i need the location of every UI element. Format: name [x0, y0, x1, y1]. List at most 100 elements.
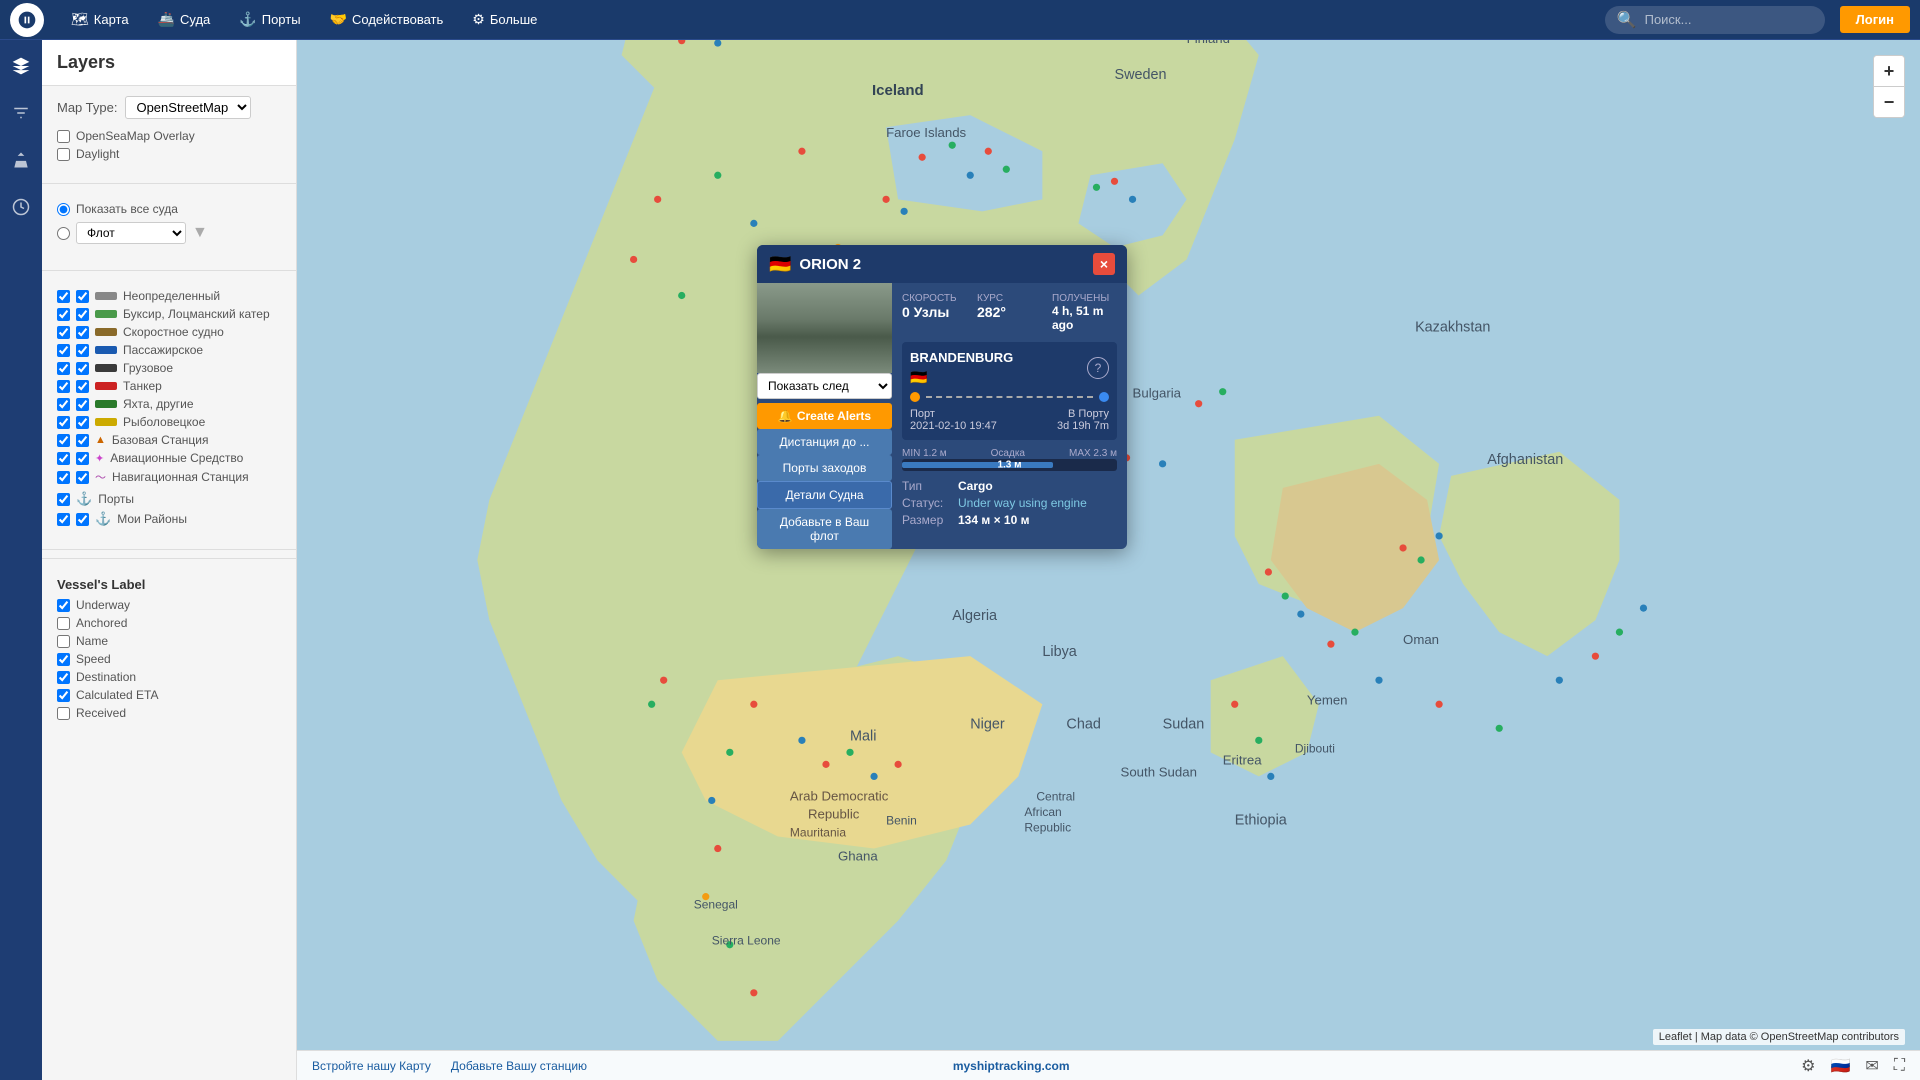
track-select[interactable]: Показать след 12 часов 24 часа 48 часов [757, 373, 892, 399]
label-anchored: Anchored [76, 616, 127, 630]
navstation-icon: 〜 [95, 469, 106, 485]
highspeed-cb1[interactable] [57, 326, 70, 339]
russia-flag[interactable]: 🇷🇺 [1830, 1056, 1850, 1076]
footer-add-station[interactable]: Добавьте Вашу станцию [451, 1059, 587, 1073]
navstation-cb2[interactable] [76, 471, 89, 484]
nav-assist[interactable]: 🤝 Содействовать [318, 6, 456, 33]
tanker-cb1[interactable] [57, 380, 70, 393]
nav-map[interactable]: 🗺 Карта [59, 6, 141, 33]
cargo-cb1[interactable] [57, 362, 70, 375]
passenger-cb1[interactable] [57, 344, 70, 357]
label-destination-cb[interactable] [57, 671, 70, 684]
zoom-in-button[interactable]: + [1874, 56, 1904, 86]
search-icon: 🔍 [1617, 10, 1637, 30]
vessels-icon: 🚢 [158, 11, 175, 28]
svg-text:Oman: Oman [1403, 632, 1439, 647]
label-received-cb[interactable] [57, 707, 70, 720]
base-label: Базовая Станция [112, 433, 209, 447]
nav-items: 🗺 Карта 🚢 Суда ⚓ Порты 🤝 Содействовать ⚙… [59, 6, 549, 33]
draft-label: Осадка [991, 448, 1025, 459]
label-calc-eta: Calculated ETA [76, 688, 158, 702]
highspeed-cb2[interactable] [76, 326, 89, 339]
svg-text:Bulgaria: Bulgaria [1133, 386, 1182, 401]
footer-embed-map[interactable]: Встройте нашу Карту [312, 1059, 431, 1073]
vessel-type-navstation: 〜 Навигационная Станция [57, 469, 281, 485]
aviation-cb1[interactable] [57, 452, 70, 465]
map-area[interactable]: Iceland Faroe Islands Sweden Finland Bul… [297, 40, 1920, 1080]
fleet-radio[interactable] [57, 227, 70, 240]
label-name-cb[interactable] [57, 635, 70, 648]
draft-section: MIN 1.2 м Осадка MAX 2.3 м 1.3 м [902, 448, 1117, 471]
other-cb2[interactable] [76, 398, 89, 411]
popup-flag: 🇩🇪 [769, 254, 791, 275]
label-calc-eta-cb[interactable] [57, 689, 70, 702]
ports-cb1[interactable] [57, 493, 70, 506]
popup-left-panel: Показать след 12 часов 24 часа 48 часов … [757, 283, 892, 549]
history-icon-btn[interactable] [5, 191, 37, 223]
filter-icon-btn[interactable] [5, 97, 37, 129]
settings-icon[interactable]: ⚙ [1801, 1056, 1815, 1076]
nav-ports[interactable]: ⚓ Порты [227, 6, 312, 33]
svg-text:Kazakhstan: Kazakhstan [1415, 320, 1490, 336]
tug-cb1[interactable] [57, 308, 70, 321]
fullscreen-icon[interactable]: ⛶ [1894, 1057, 1905, 1075]
port-calls-button[interactable]: Порты заходов [757, 455, 892, 481]
tug-cb2[interactable] [76, 308, 89, 321]
help-button[interactable]: ? [1087, 357, 1109, 379]
draft-fill [902, 462, 1053, 468]
svg-text:Finland: Finland [1187, 40, 1230, 46]
navstation-cb1[interactable] [57, 471, 70, 484]
tanker-cb2[interactable] [76, 380, 89, 393]
zoom-out-button[interactable]: − [1874, 87, 1904, 117]
unknown-cb2[interactable] [76, 290, 89, 303]
in-port-label: В Порту [1068, 408, 1109, 420]
create-alerts-button[interactable]: 🔔 Create Alerts [757, 403, 892, 429]
vessel-type-other: Яхта, другие [57, 397, 281, 411]
opensea-checkbox[interactable] [57, 130, 70, 143]
fishing-cb1[interactable] [57, 416, 70, 429]
base-cb1[interactable] [57, 434, 70, 447]
vessel-type-tug: Буксир, Лоцманский катер [57, 307, 281, 321]
base-cb2[interactable] [76, 434, 89, 447]
label-anchored-cb[interactable] [57, 617, 70, 630]
vessel-type-fishing: Рыболовецкое [57, 415, 281, 429]
vessel-details-button[interactable]: Детали Судна [757, 481, 892, 509]
nav-vessels[interactable]: 🚢 Суда [146, 6, 223, 33]
aviation-cb2[interactable] [76, 452, 89, 465]
show-all-radio[interactable] [57, 203, 70, 216]
nav-more[interactable]: ⚙ Больше [460, 6, 549, 33]
ship-icon-btn[interactable] [5, 144, 37, 176]
logo[interactable] [10, 3, 44, 37]
unknown-color [95, 292, 117, 300]
fleet-select[interactable]: Флот [76, 222, 186, 244]
search-bar[interactable]: 🔍 [1605, 6, 1825, 34]
myareas-cb2[interactable] [76, 513, 89, 526]
voyage-ports: Порт В Порту [910, 408, 1109, 420]
anchor-icon: ⚓ [76, 491, 92, 507]
layers-icon-btn[interactable] [5, 50, 37, 82]
add-to-fleet-button[interactable]: Добавьте в Ваш флот [757, 509, 892, 549]
map-credit: Leaflet | Map data © OpenStreetMap contr… [1653, 1029, 1905, 1045]
fishing-cb2[interactable] [76, 416, 89, 429]
nav-map-label: Карта [94, 12, 129, 27]
email-icon[interactable]: ✉ [1865, 1056, 1878, 1076]
voyage-times: 2021-02-10 19:47 3d 19h 7m [910, 420, 1109, 432]
size-label: Размер [902, 513, 952, 527]
distance-button[interactable]: Дистанция до ... [757, 429, 892, 455]
myareas-cb1[interactable] [57, 513, 70, 526]
footer-right: ⚙ 🇷🇺 ✉ ⛶ [1801, 1056, 1905, 1076]
unknown-cb1[interactable] [57, 290, 70, 303]
status-row: Статус: Under way using engine [902, 496, 1117, 510]
vessel-types-section: Неопределенный Буксир, Лоцманский катер … [42, 279, 296, 541]
passenger-cb2[interactable] [76, 344, 89, 357]
map-type-select[interactable]: OpenStreetMap Satellite Nautical [125, 96, 251, 119]
daylight-checkbox[interactable] [57, 148, 70, 161]
label-underway-cb[interactable] [57, 599, 70, 612]
popup-close-button[interactable]: × [1093, 253, 1115, 275]
other-cb1[interactable] [57, 398, 70, 411]
cargo-cb2[interactable] [76, 362, 89, 375]
label-speed-cb[interactable] [57, 653, 70, 666]
login-button[interactable]: Логин [1840, 6, 1910, 33]
search-input[interactable] [1645, 12, 1813, 27]
popup-right-panel: Скорость 0 Узлы Курс 282° Получены 4 h, … [892, 283, 1127, 549]
